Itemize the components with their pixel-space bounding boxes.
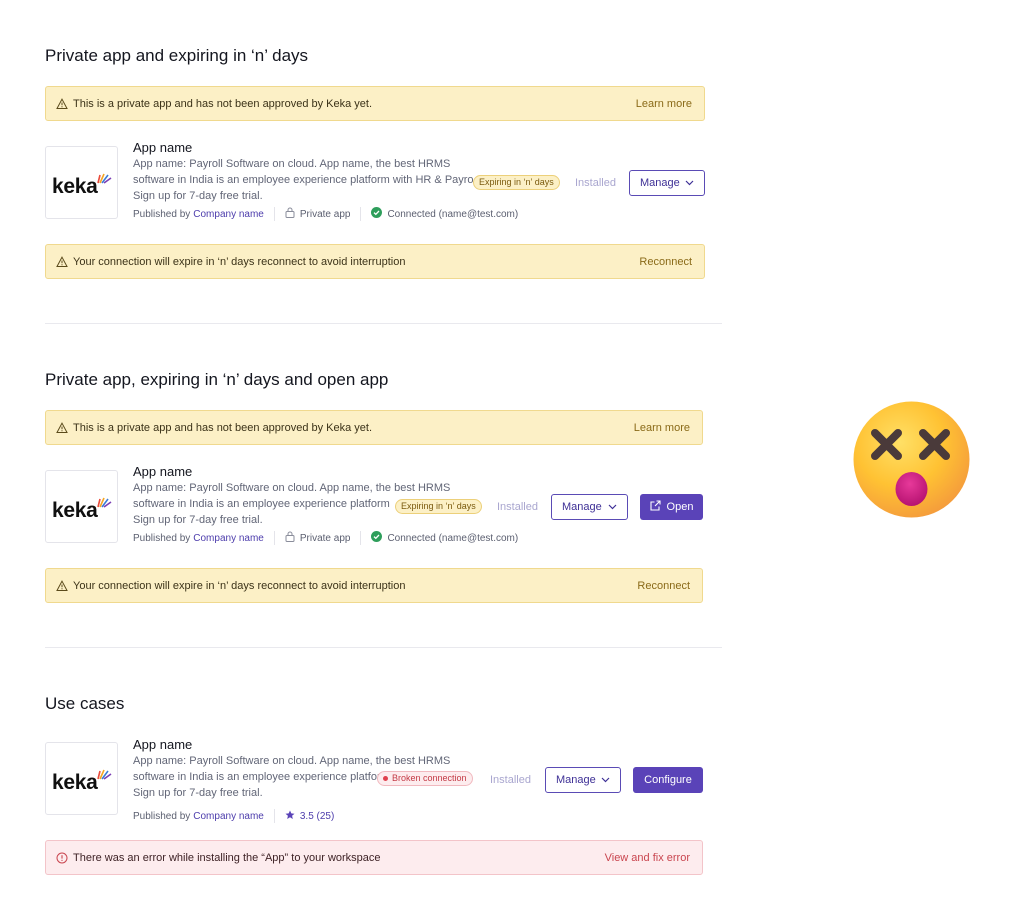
expiry-warning-banner: Your connection will expire in ‘n’ days … (45, 244, 705, 279)
app-card: keka App name App name: Payroll Software… (45, 140, 725, 221)
chevron-down-icon (685, 177, 694, 189)
app-name: App name (133, 737, 193, 752)
section-title: Private app and expiring in ‘n’ days (45, 46, 309, 65)
lock-icon (285, 207, 295, 221)
private-app-label: Private app (299, 208, 351, 220)
warning-icon (56, 421, 68, 434)
section-title: Use cases (45, 694, 125, 713)
manage-button[interactable]: Manage (629, 170, 705, 196)
banner-message: Your connection will expire in ‘n’ days … (73, 579, 406, 592)
banner-message: Your connection will expire in ‘n’ days … (73, 255, 406, 268)
broken-connection-badge: Broken connection (377, 771, 473, 786)
error-circle-icon (56, 852, 68, 864)
reconnect-link[interactable]: Reconnect (639, 256, 692, 268)
expiring-badge: Expiring in ‘n’ days (473, 175, 560, 190)
company-link[interactable]: Company name (193, 811, 264, 822)
company-link[interactable]: Company name (193, 209, 264, 220)
warning-icon (56, 579, 68, 592)
manage-button[interactable]: Manage (551, 494, 628, 520)
private-app-label: Private app (299, 532, 351, 544)
keka-logo-mark (97, 497, 112, 508)
section-title: Private app, expiring in ‘n’ days and op… (45, 370, 389, 389)
expiring-badge: Expiring in ‘n’ days (395, 499, 482, 514)
warning-icon (56, 255, 68, 268)
section-divider (45, 647, 722, 648)
installed-status: Installed (497, 501, 538, 513)
banner-message: This is a private app and has not been a… (73, 421, 373, 434)
banner-message: This is a private app and has not been a… (73, 97, 373, 110)
configure-button[interactable]: Configure (633, 767, 703, 793)
app-logo: keka (45, 470, 118, 543)
app-logo: keka (45, 146, 118, 219)
keka-logo-mark (97, 769, 112, 780)
chevron-down-icon (601, 774, 610, 786)
app-meta: Published by Company name Private app Co… (133, 207, 519, 221)
expiry-warning-banner: Your connection will expire in ‘n’ days … (45, 568, 703, 603)
learn-more-link[interactable]: Learn more (634, 422, 690, 434)
keka-logo-mark (97, 173, 112, 184)
section-divider (45, 323, 722, 324)
view-and-fix-error-link[interactable]: View and fix error (605, 852, 690, 864)
app-name: App name (133, 140, 193, 155)
external-link-icon (649, 500, 661, 514)
connected-status: Connected (name@test.com) (387, 208, 519, 220)
app-meta: Published by Company name 3.5 (25) (133, 809, 335, 823)
check-circle-icon (371, 531, 383, 545)
app-name: App name (133, 464, 193, 479)
reconnect-link[interactable]: Reconnect (637, 580, 690, 592)
check-circle-icon (371, 207, 383, 221)
star-icon (285, 810, 295, 823)
app-logo: keka (45, 742, 118, 815)
chevron-down-icon (608, 501, 617, 513)
app-card: keka App name App name: Payroll Software… (45, 737, 725, 823)
private-app-warning-banner: This is a private app and has not been a… (45, 410, 703, 445)
private-app-warning-banner: This is a private app and has not been a… (45, 86, 705, 121)
dizzy-face-emoji-icon (853, 401, 970, 518)
lock-icon (285, 531, 295, 545)
manage-button[interactable]: Manage (545, 767, 621, 793)
app-description: App name: Payroll Software on cloud. App… (133, 158, 473, 202)
rating-value: 3.5 (25) (299, 810, 335, 822)
banner-message: There was an error while installing the … (73, 851, 381, 864)
connected-status: Connected (name@test.com) (387, 532, 519, 544)
error-dot-icon (383, 776, 388, 781)
installed-status: Installed (490, 774, 531, 786)
learn-more-link[interactable]: Learn more (636, 98, 692, 110)
warning-icon (56, 97, 68, 110)
install-error-banner: There was an error while installing the … (45, 840, 703, 875)
installed-status: Installed (575, 177, 616, 189)
company-link[interactable]: Company name (193, 533, 264, 544)
open-button[interactable]: Open (640, 494, 703, 520)
app-meta: Published by Company name Private app Co… (133, 531, 519, 545)
app-card: keka App name App name: Payroll Software… (45, 464, 725, 545)
